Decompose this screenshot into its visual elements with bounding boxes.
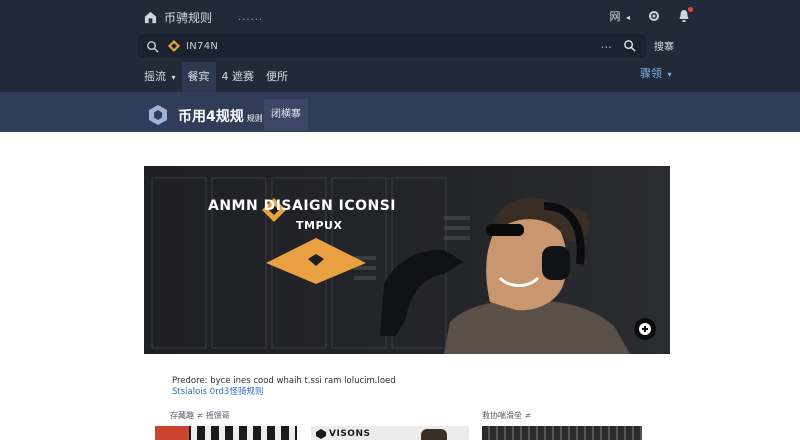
hero-image [144,166,670,354]
add-button[interactable] [634,318,656,340]
nav-item-browse[interactable]: 摇流 ▾ [138,62,182,92]
nav-item-label: 摇流 [144,70,166,83]
nav-item-races[interactable]: 4 遮赛 [216,62,261,92]
nav-right-menu[interactable]: 骤领 ▾ [640,62,672,92]
hero-title: ANMN DISAIGN ICONSI [208,198,397,214]
thumbnail-title: VISONS [329,429,371,439]
top-right-controls: 网 ◂ [609,7,693,24]
section-label-left: 存藏趣 ≠ 摇馈哥 [170,411,230,420]
search-icon [147,40,159,53]
banner-action-button[interactable]: 闭横寨 [264,99,308,131]
hero-subtitle: TMPUX [296,219,343,232]
site-brand[interactable]: 币骋规则 ...... [144,9,263,26]
site-dots: ...... [238,12,264,23]
search-submit-icon[interactable] [623,39,636,52]
description: Predore: byce ines cood whaih t.ssi ram … [172,376,396,398]
description-line: Predore: byce ines cood whaih t.ssi ram … [172,376,396,386]
brand-diamond-icon [168,40,180,52]
language-selector[interactable]: 网 ◂ [609,8,630,24]
section-labels: 存藏趣 ≠ 摇馈哥 救协喘滑垒 ≠ [0,410,800,422]
notification-dot [688,7,693,12]
main-nav: 摇流 ▾ 餐宾 4 遮赛 便所 骤领 ▾ [0,62,800,92]
search-query: IN74N [186,40,219,52]
nav-item-meals[interactable]: 餐宾 [181,62,216,92]
home-icon [144,11,157,24]
search-options-icon[interactable]: ... [601,37,612,51]
visons-logo-icon [316,429,326,439]
notifications-button[interactable] [678,7,693,23]
language-label: 网 [609,10,621,23]
thumbnail-card[interactable] [482,426,642,440]
hero-video[interactable]: ANMN DISAIGN ICONSI TMPUX [144,166,670,354]
thumbnail-card[interactable]: VISONS [311,426,469,440]
search-button[interactable]: 搜寨 [654,38,674,53]
nav-item-places[interactable]: 便所 [260,62,294,92]
page-title: 币用4规规 规则 [178,106,263,126]
chevron-down-icon: ▾ [171,73,176,82]
settings-icon[interactable] [648,10,660,22]
thumbnail-card[interactable] [155,426,297,440]
top-navigation-bar: 币骋规则 ...... 网 ◂ IN74N ... 搜寨 摇流 ▾ 餐宾 4 遮… [0,0,800,92]
top-row: 币骋规则 ...... 网 ◂ [0,0,800,34]
language-caret-icon: ◂ [625,13,630,22]
nav-item-label: 餐宾 [187,70,210,83]
thumbnail-row: VISONS [0,424,800,440]
page-title-text: 币用4规规 [178,109,244,125]
plus-icon [639,323,651,335]
page-title-sub: 规则 [246,114,263,123]
shield-logo-icon [149,105,167,125]
chevron-down-icon: ▾ [667,70,672,79]
page-banner: 币用4规规 规则 闭横寨 [0,92,800,132]
section-label-right: 救协喘滑垒 ≠ [482,411,532,420]
search-input[interactable]: IN74N ... [138,34,646,58]
thumbnail-person [421,429,447,440]
nav-item-label: 4 遮赛 [221,70,255,83]
site-name: 币骋规则 [164,11,213,25]
nav-right-label: 骤领 [640,67,662,80]
nav-tabs: 摇流 ▾ 餐宾 4 遮赛 便所 [138,62,294,92]
nav-item-label: 便所 [266,70,289,83]
thumbnail-accent [155,426,189,440]
search-row: IN74N ... 搜寨 [0,34,800,58]
description-link[interactable]: Stsialois 0rd3怪骑规则 [172,387,396,398]
